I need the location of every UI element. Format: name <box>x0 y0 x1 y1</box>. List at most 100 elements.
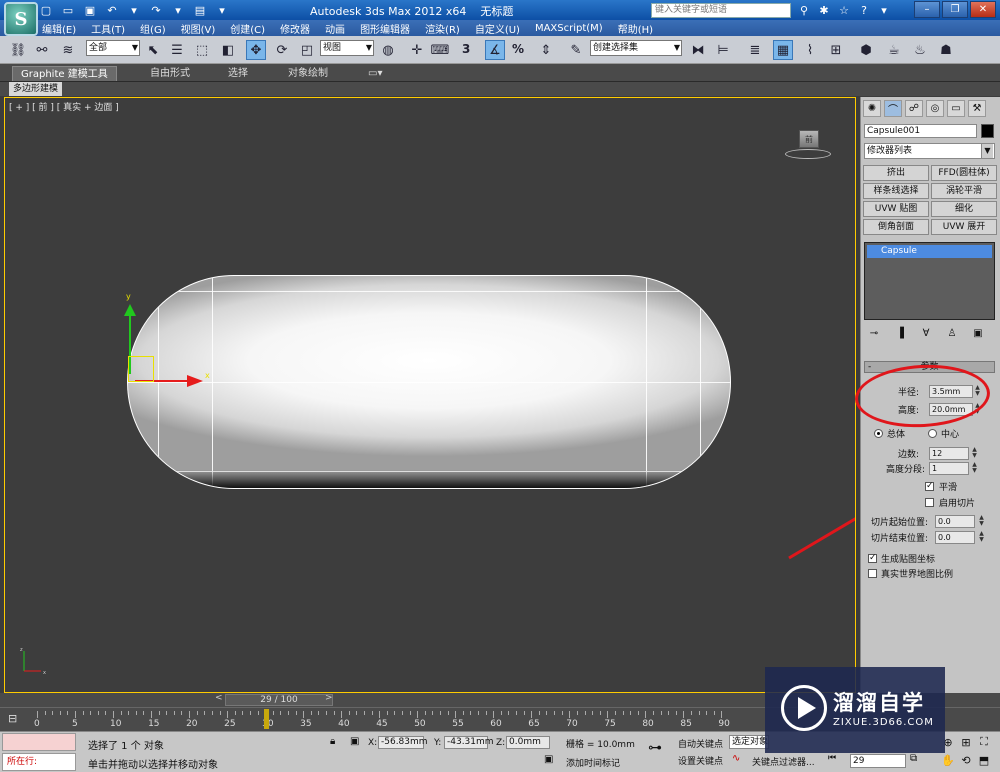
select-and-rotate-icon[interactable]: ⟳ <box>272 40 292 60</box>
height-segments-input[interactable]: 1 <box>929 462 969 475</box>
slice-to-spinner[interactable]: ▲ ▼ <box>978 531 985 544</box>
viewcube-compass-ring[interactable] <box>785 149 831 159</box>
modifier-button-6[interactable]: 倒角剖面 <box>863 219 929 235</box>
remove-modifier-icon[interactable]: ♙ <box>945 326 959 340</box>
gizmo-y-arrow[interactable] <box>124 304 136 316</box>
spinner-snap-icon[interactable]: ⇕ <box>536 40 556 60</box>
key-filters-button[interactable]: 关键点过滤器... <box>752 755 815 768</box>
render-setup-icon[interactable]: ☕ <box>884 40 904 60</box>
gizmo-xy-plane[interactable] <box>128 356 154 382</box>
undo-icon[interactable]: ↶ <box>104 2 120 18</box>
select-and-move-icon[interactable]: ✥ <box>246 40 266 60</box>
time-slider-thumb[interactable]: 29 / 100 <box>225 694 333 706</box>
percent-snap-icon[interactable]: % <box>512 42 524 56</box>
x-coord-input[interactable]: -56.83mm <box>378 736 428 749</box>
save-file-icon[interactable]: ▣ <box>82 2 98 18</box>
hierarchy-tab-icon[interactable]: ☍ <box>905 100 923 117</box>
current-frame-field[interactable]: 29 <box>850 754 906 768</box>
configure-sets-icon[interactable]: ▣ <box>971 326 985 340</box>
menu-item-11[interactable]: 帮助(H) <box>618 21 653 36</box>
help-search-input[interactable]: 键入关键字或短语 <box>651 3 791 18</box>
modifier-list-dropdown[interactable]: 修改器列表 <box>864 143 995 159</box>
zoom-all-icon[interactable]: ⊞ <box>958 734 974 750</box>
new-file-icon[interactable]: ▢ <box>38 2 54 18</box>
height-segments-spinner[interactable]: ▲ ▼ <box>971 462 978 475</box>
unlink-icon[interactable]: ⚯ <box>32 40 52 60</box>
redo-icon[interactable]: ↷ <box>148 2 164 18</box>
mirror-icon[interactable]: ⧓ <box>688 40 708 60</box>
goto-start-icon[interactable]: ⏮ <box>828 753 836 763</box>
bind-space-warp-icon[interactable]: ≋ <box>58 40 78 60</box>
tab-freeform[interactable]: 自由形式 <box>142 66 198 81</box>
redo-dropdown-icon[interactable]: ▾ <box>170 2 186 18</box>
menu-item-10[interactable]: MAXScript(M) <box>535 23 603 34</box>
auto-key-button[interactable]: 自动关键点 <box>678 737 723 750</box>
slice-to-input[interactable]: 0.0 <box>935 531 975 544</box>
slice-from-input[interactable]: 0.0 <box>935 515 975 528</box>
radio-center[interactable] <box>928 429 937 438</box>
maxscript-listener[interactable] <box>2 733 76 751</box>
menu-item-1[interactable]: 工具(T) <box>91 21 125 36</box>
window-crossing-icon[interactable]: ◧ <box>218 40 238 60</box>
modifier-button-3[interactable]: 涡轮平滑 <box>931 183 997 199</box>
key-mode-icon[interactable]: ⊶ <box>648 740 662 756</box>
align-icon[interactable]: ⊨ <box>713 40 733 60</box>
graphite-toggle-icon[interactable]: ▦ <box>773 40 793 60</box>
viewcube[interactable]: 前 <box>799 130 819 148</box>
curve-editor-icon[interactable]: ⌇ <box>800 40 820 60</box>
sides-input[interactable]: 12 <box>929 447 969 460</box>
pan-icon[interactable]: ✋ <box>940 752 956 768</box>
motion-tab-icon[interactable]: ◎ <box>926 100 944 117</box>
help-icon[interactable]: ? <box>856 2 872 18</box>
next-frame-arrow-icon[interactable]: > <box>325 693 333 703</box>
select-and-scale-icon[interactable]: ◰ <box>297 40 317 60</box>
orbit-icon[interactable]: ⟲ <box>958 752 974 768</box>
close-button[interactable]: ✕ <box>970 1 996 18</box>
angle-snap-icon[interactable]: ∡ <box>485 40 505 60</box>
front-viewport[interactable]: [ + ] [ 前 ] [ 真实 + 边面 ] 前 y x z x <box>4 97 856 693</box>
z-coord-input[interactable]: 0.0mm <box>506 736 550 749</box>
rect-selection-icon[interactable]: ⬚ <box>192 40 212 60</box>
menu-item-0[interactable]: 编辑(E) <box>42 21 76 36</box>
current-frame-marker[interactable] <box>264 709 269 729</box>
menu-item-7[interactable]: 图形编辑器 <box>360 21 410 36</box>
modifier-button-0[interactable]: 挤出 <box>863 165 929 181</box>
communication-icon[interactable]: ✱ <box>816 2 832 18</box>
set-key-curve-icon[interactable]: ∿ <box>732 753 740 764</box>
smooth-checkbox[interactable] <box>925 481 934 491</box>
open-file-icon[interactable]: ▭ <box>60 2 76 18</box>
modifier-button-5[interactable]: 细化 <box>931 201 997 217</box>
absolute-mode-icon[interactable]: ▣ <box>350 736 359 747</box>
pin-stack-icon[interactable]: ⊸ <box>867 326 881 340</box>
slice-from-spinner[interactable]: ▲ ▼ <box>978 515 985 528</box>
quick-render-icon[interactable]: ☗ <box>936 40 956 60</box>
menu-item-8[interactable]: 渲染(R) <box>425 21 460 36</box>
mini-curve-editor-icon[interactable]: ⊟ <box>8 712 17 725</box>
modifier-button-1[interactable]: FFD(圆柱体) <box>931 165 997 181</box>
selected-set-dropdown[interactable]: 选定对象 <box>729 735 769 749</box>
lock-selection-icon[interactable]: 🔒︎ <box>330 736 335 747</box>
viewport-label[interactable]: [ + ] [ 前 ] [ 真实 + 边面 ] <box>9 100 119 113</box>
prev-frame-arrow-icon[interactable]: < <box>215 693 223 703</box>
add-time-tag-button[interactable]: 添加时间标记 <box>566 756 620 769</box>
maximize-button[interactable]: ❐ <box>942 1 968 18</box>
modifier-button-2[interactable]: 样条线选择 <box>863 183 929 199</box>
undo-dropdown-icon[interactable]: ▾ <box>126 2 142 18</box>
selection-filter-dropdown[interactable]: 全部 <box>86 40 140 56</box>
current-line-field[interactable]: 所在行: <box>2 753 76 771</box>
menu-item-2[interactable]: 组(G) <box>140 21 166 36</box>
edit-named-selection-icon[interactable]: ✎ <box>566 40 586 60</box>
menu-item-4[interactable]: 创建(C) <box>230 21 265 36</box>
add-time-tag-icon[interactable]: ▣ <box>544 754 553 765</box>
manipulate-icon[interactable]: ✛ <box>407 40 427 60</box>
menu-item-3[interactable]: 视图(V) <box>181 21 216 36</box>
object-name-field[interactable]: Capsule001 <box>864 124 977 138</box>
polygon-modeling-tab[interactable]: 多边形建模 <box>9 82 63 96</box>
create-tab-icon[interactable]: ✺ <box>863 100 881 117</box>
menu-item-6[interactable]: 动画 <box>325 21 345 36</box>
gen-map-coords-checkbox[interactable] <box>868 553 877 563</box>
render-frame-icon[interactable]: ♨ <box>910 40 930 60</box>
radio-overall[interactable] <box>874 429 883 438</box>
stack-item-capsule[interactable]: Capsule <box>867 245 992 258</box>
favorites-icon[interactable]: ☆ <box>836 2 852 18</box>
